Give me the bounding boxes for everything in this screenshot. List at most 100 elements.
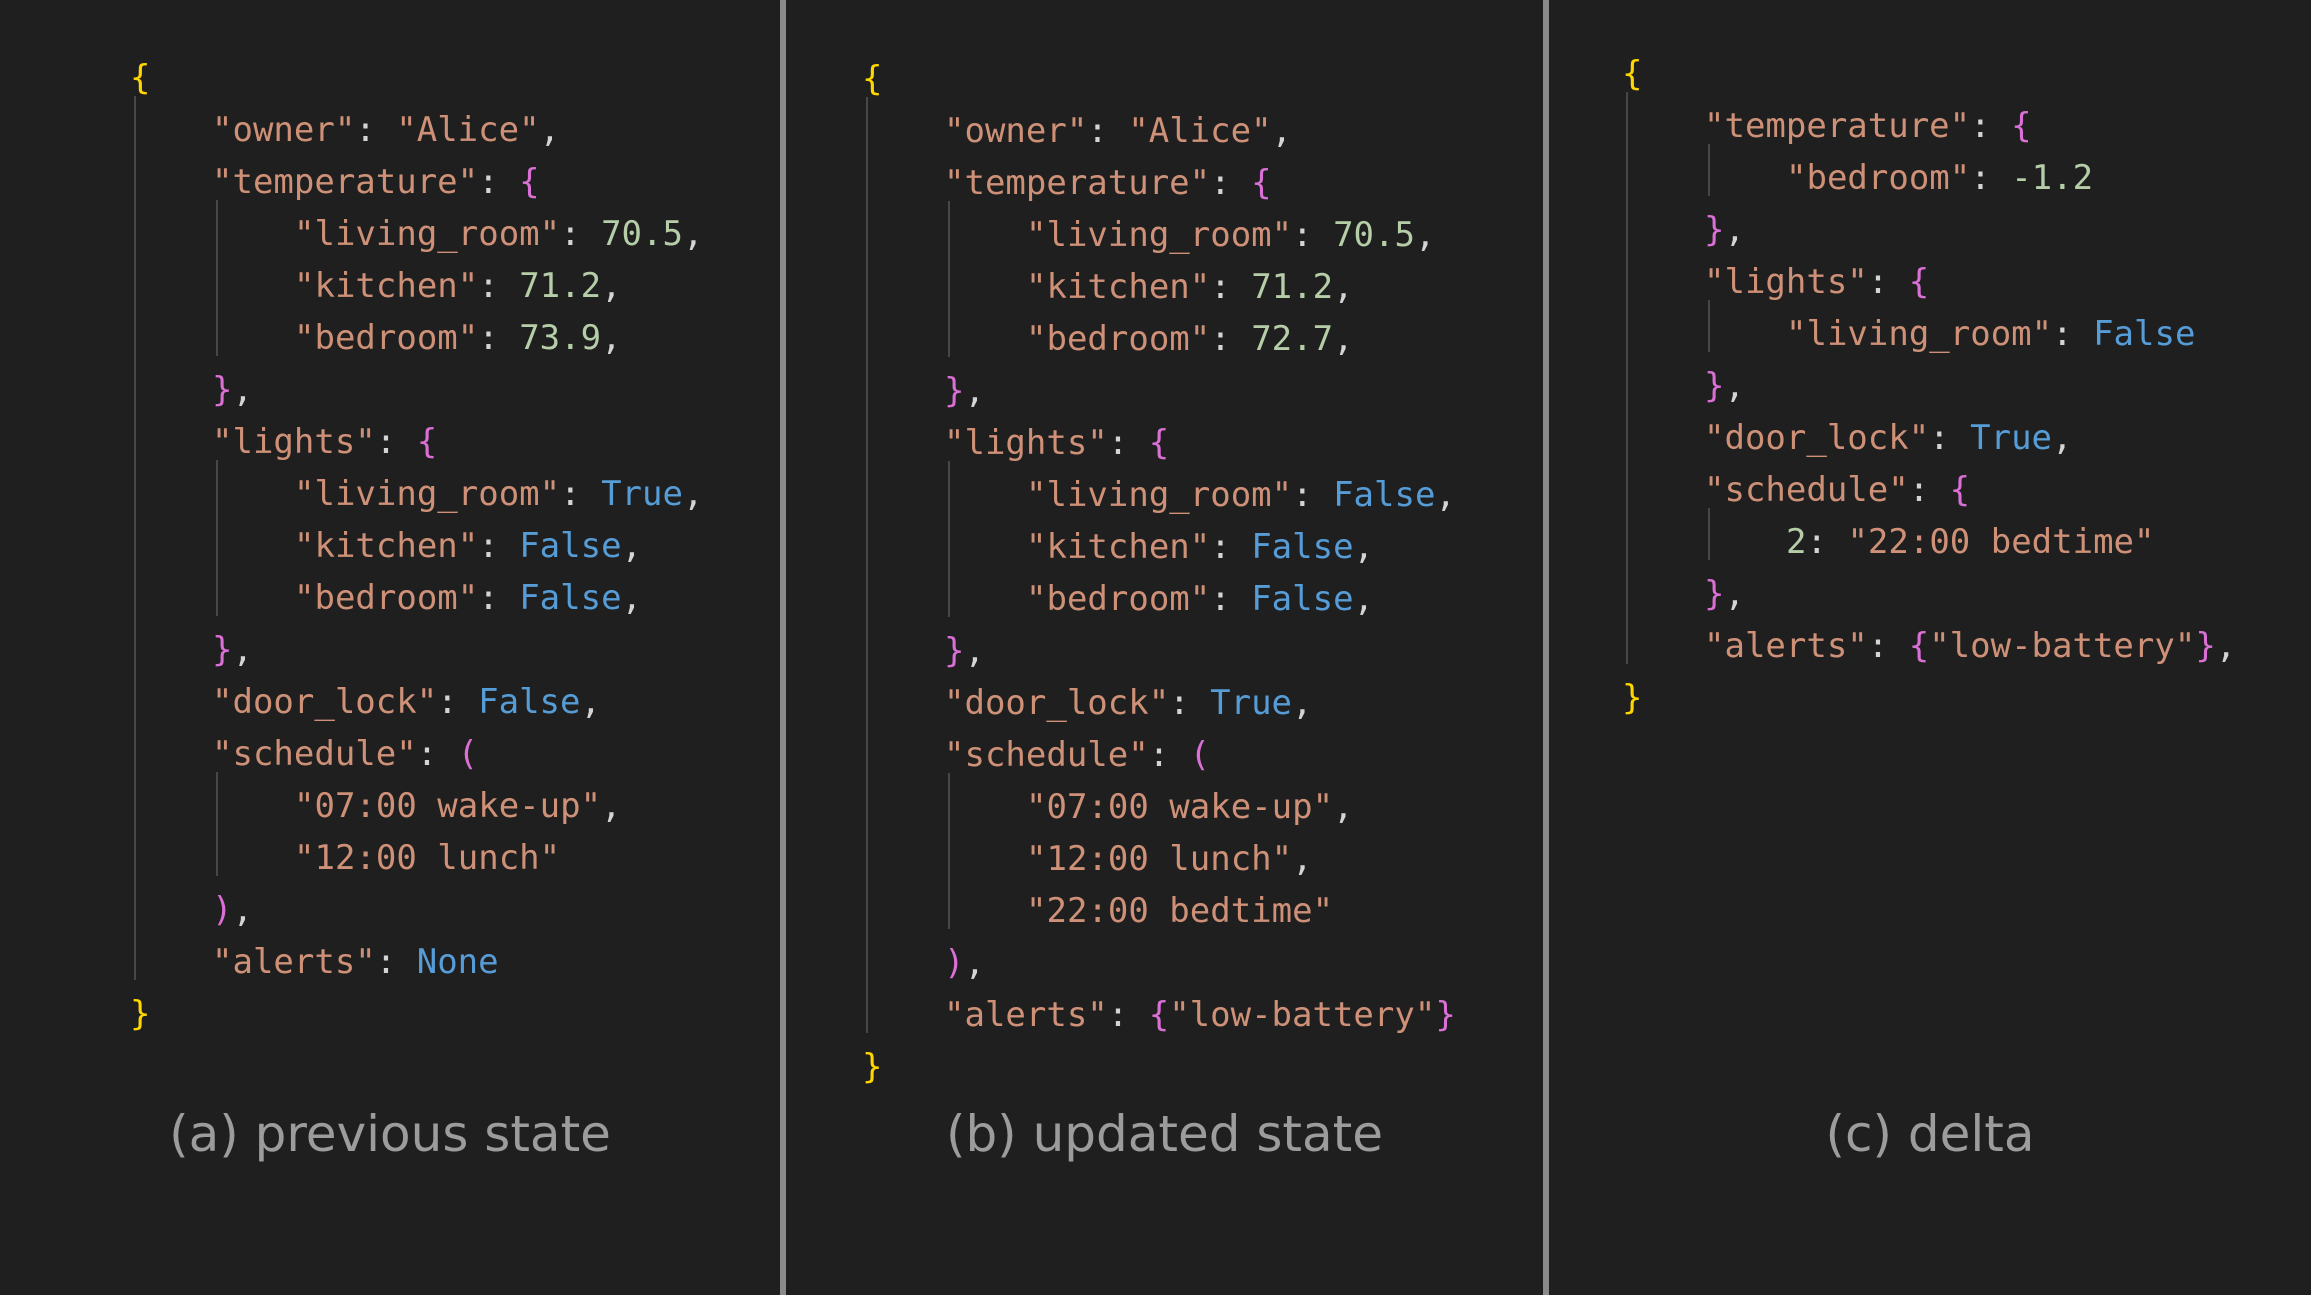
code-line: "living_room": False [1786,308,2195,360]
code-line: "kitchen": 71.2, [294,260,622,312]
code-token: "22:00 bedtime" [1026,891,1334,931]
code-token: : [1210,319,1252,359]
code-token: } [944,371,965,411]
code-line: "schedule": ( [212,728,478,780]
code-token: "schedule" [1704,470,1909,510]
code-token: , [580,682,601,722]
code-token: "07:00 wake-up" [1026,787,1334,827]
code-line: "lights": { [944,417,1169,469]
code-line: "bedroom": 73.9, [294,312,622,364]
code-token: : [1292,475,1334,515]
code-line: "temperature": { [944,157,1272,209]
code-token: , [232,370,253,410]
code-token: "door_lock" [1704,418,1930,458]
code-token: } [2195,626,2216,666]
code-token: "kitchen" [1026,267,1211,307]
indent-guide [866,97,868,1033]
code-line: } [130,988,150,1040]
code-token: : [1148,735,1190,775]
code-token: 70.5 [601,214,683,254]
code-token: , [1414,215,1436,255]
code-token: "alerts" [212,942,376,982]
code-token: , [232,630,253,670]
code-token: : [2052,314,2094,354]
code-token: } [944,631,965,671]
code-token: "living_room" [294,474,561,514]
code-token: "temperature" [944,163,1211,203]
code-token: "Alice" [396,110,540,150]
code-token: } [1704,574,1725,614]
code-line: "living_room": 70.5, [294,208,703,260]
code-token: 2 [1786,522,1807,562]
code-token: "schedule" [944,735,1149,775]
code-token: : [560,474,602,514]
code-token: , [232,890,253,930]
code-token: "bedroom" [1026,579,1211,619]
code-token: , [1333,267,1354,307]
indent-guide [948,461,950,617]
code-token: , [682,474,704,514]
code-token: , [1353,527,1375,567]
code-line: }, [1704,568,1745,620]
code-line: "07:00 wake-up", [1026,781,1354,833]
code-token: "alerts" [944,995,1108,1035]
code-line: "schedule": { [1704,464,1970,516]
code-line: }, [212,624,253,676]
code-token: "temperature" [1704,106,1971,146]
code-token: : [1210,163,1252,203]
code-token: } [862,1047,883,1087]
panel-delta: {"temperature": {"bedroom": -1.2}, "light… [1549,0,2311,1295]
code-token: , [1724,366,1745,406]
indent-guide [1626,92,1628,664]
code-token: } [1704,366,1725,406]
code-token: "owner" [212,110,356,150]
code-token: "living_room" [294,214,561,254]
code-line: "door_lock": True, [944,677,1313,729]
code-token: , [601,786,622,826]
code-token: } [130,994,151,1034]
code-token: "temperature" [212,162,479,202]
code-token: "kitchen" [294,526,479,566]
code-token: , [601,266,622,306]
code-line: "schedule": ( [944,729,1210,781]
code-token: True [1970,418,2053,458]
code-line: "living_room": 70.5, [1026,209,1435,261]
code-token: : [1169,683,1211,723]
code-token: , [1292,839,1313,879]
code-token: "alerts" [1704,626,1868,666]
code-token: , [964,631,985,671]
code-token: : [560,214,602,254]
code-token: "living_room" [1026,215,1293,255]
code-token: , [621,578,643,618]
code-token: : [1087,111,1129,151]
code-token: "lights" [944,423,1108,463]
code-token: "lights" [1704,262,1868,302]
code-token: , [1435,475,1456,515]
code-token: , [2052,418,2073,458]
code-line: "bedroom": -1.2 [1786,152,2093,204]
code-line: "door_lock": False, [212,676,601,728]
code-token: ( [457,734,479,774]
code-token: : [478,318,520,358]
code-token: "door_lock" [212,682,438,722]
panel-previous-state: {"owner": "Alice", "temperature": {"livin… [0,0,780,1295]
code-token: False [1333,475,1436,515]
code-token: True [1210,683,1293,723]
code-token: : [355,110,397,150]
code-token: { [1908,262,1930,302]
code-token: { [1251,163,1272,203]
code-token: , [1292,683,1313,723]
code-token: , [1724,210,1745,250]
code-line: ), [212,884,253,936]
code-token: : [478,266,520,306]
code-token: : [1970,158,2012,198]
code-token: , [1353,579,1375,619]
code-token: 73.9 [519,318,602,358]
code-line: "owner": "Alice", [212,104,560,156]
code-token: "bedroom" [1786,158,1971,198]
code-line: "07:00 wake-up", [294,780,622,832]
code-line: "lights": { [212,416,437,468]
code-token: : [375,422,417,462]
code-token: : [1970,106,2012,146]
code-token: : [437,682,479,722]
